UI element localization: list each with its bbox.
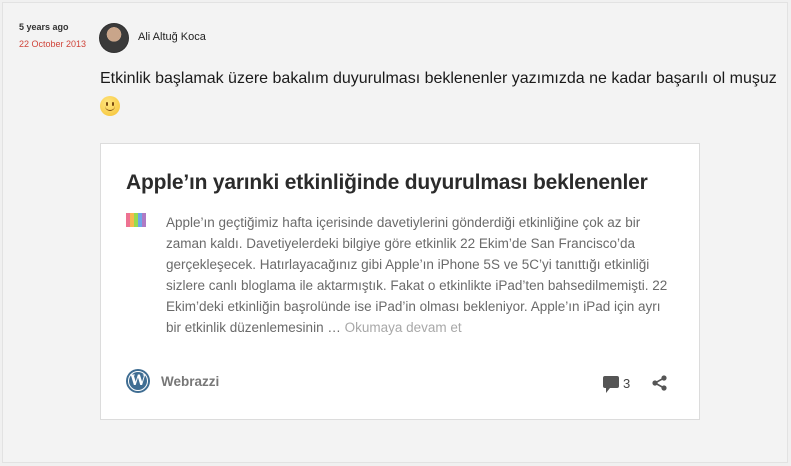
comment-count[interactable]: 3 (623, 376, 630, 391)
card-title[interactable]: Apple’ın yarınki etkinliğinde duyurulmas… (126, 171, 648, 195)
link-preview-card[interactable]: Apple’ın yarınki etkinliğinde duyurulmas… (100, 143, 700, 420)
thumbnail-image (126, 213, 146, 227)
avatar[interactable] (99, 23, 129, 53)
post-message-text: Etkinlik başlamak üzere bakalım duyurulm… (100, 70, 777, 87)
site-name[interactable]: Webrazzi (161, 374, 219, 389)
smiley-icon (100, 96, 120, 116)
excerpt-text: Apple’ın geçtiğimiz hafta içerisinde dav… (166, 215, 668, 335)
wordpress-icon[interactable]: W (126, 369, 150, 393)
card-excerpt: Apple’ın geçtiğimiz hafta içerisinde dav… (166, 212, 676, 338)
post-date[interactable]: 22 October 2013 (19, 39, 86, 49)
post-container: 5 years ago 22 October 2013 Ali Altuğ Ko… (2, 2, 788, 463)
post-message: Etkinlik başlamak üzere bakalım duyurulm… (100, 64, 780, 124)
relative-time[interactable]: 5 years ago (19, 22, 86, 32)
comment-icon[interactable] (603, 376, 619, 393)
author-name[interactable]: Ali Altuğ Koca (138, 31, 206, 43)
share-icon[interactable] (650, 373, 670, 393)
post-meta: 5 years ago 22 October 2013 (19, 22, 86, 49)
read-more-link[interactable]: Okumaya devam et (345, 320, 462, 335)
